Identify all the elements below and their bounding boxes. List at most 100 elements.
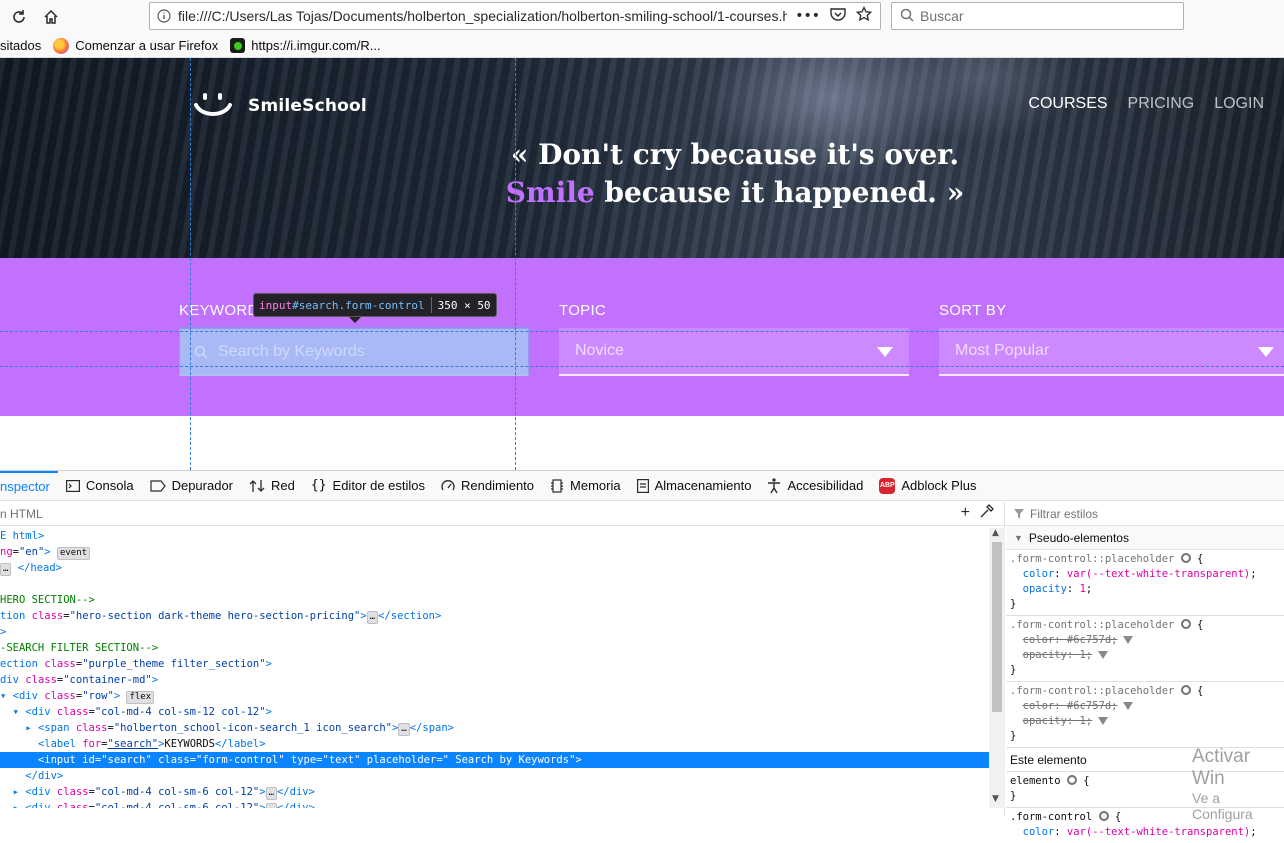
tree-line[interactable]: ▸ <div class="col-md-4 col-sm-6 col-12">… [0, 800, 989, 808]
url-bar[interactable]: file:///C:/Users/Las Tojas/Documents/hol… [149, 2, 881, 30]
home-icon[interactable] [39, 6, 63, 28]
braces-icon: {} [310, 478, 327, 493]
keyword-search-input[interactable]: Search by Keywords [179, 328, 529, 376]
tooltip-tag: input [259, 298, 293, 312]
nav-login[interactable]: LOGIN [1214, 95, 1264, 113]
quote-smile-word: Smile [505, 176, 595, 209]
sort-value: Most Popular [955, 342, 1050, 359]
tree-line[interactable]: <label for="search">KEYWORDS</label> [0, 736, 989, 752]
tab-network[interactable]: Red [241, 471, 303, 501]
tab-label: Depurador [171, 478, 234, 493]
funnel-icon [1098, 717, 1109, 725]
css-rule[interactable]: .form-control::placeholder { color: #6c7… [1006, 616, 1284, 682]
tab-label: Adblock Plus [901, 478, 977, 493]
add-node-icon[interactable]: + [961, 504, 970, 523]
markup-search-input[interactable]: n HTML [0, 507, 43, 521]
tab-debugger[interactable]: Depurador [142, 471, 241, 501]
tooltip-size: 350 × 50 [437, 298, 491, 312]
tab-label: nspector [0, 479, 50, 494]
tree-line[interactable]: tion class="hero-section dark-theme hero… [0, 608, 989, 624]
tab-label: Rendimiento [461, 478, 535, 493]
tooltip-selector: #search.form-control [292, 298, 425, 312]
css-rule[interactable]: .form-control::placeholder { color: var(… [1006, 550, 1284, 616]
bookmark-label: Comenzar a usar Firefox [75, 38, 219, 53]
section-label: Pseudo-elementos [1028, 530, 1129, 545]
accessibility-icon [768, 477, 781, 493]
tree-line-selected[interactable]: <input id="search" class="form-control" … [0, 752, 989, 768]
section-label: Este elemento [1010, 752, 1087, 767]
tab-storage[interactable]: Almacenamiento [629, 471, 760, 501]
markup-tree[interactable]: E html> ng="en"> event … </head> HERO SE… [0, 528, 989, 808]
gear-icon [1066, 775, 1077, 785]
browser-toolbar: file:///C:/Users/Las Tojas/Documents/hol… [0, 0, 1284, 34]
watermark-line-2: Ve a Configura [1192, 790, 1253, 822]
tree-line[interactable]: ▾ <div class="row"> flex [0, 688, 989, 704]
tree-line[interactable]: </div> [0, 768, 989, 784]
tab-label: Consola [85, 478, 134, 493]
page-viewport: SmileSchool COURSES PRICING LOGIN « Don'… [0, 58, 1284, 470]
funnel-icon [1123, 636, 1134, 644]
bookmark-item[interactable]: sitados [0, 38, 41, 53]
bookmark-item[interactable]: https://i.imgur.com/R... [230, 38, 381, 53]
pseudo-elements-header[interactable]: ▼ Pseudo-elementos [1006, 526, 1284, 550]
sort-select[interactable]: Most Popular [939, 328, 1284, 376]
tab-accessibility[interactable]: Accesibilidad [759, 471, 871, 501]
tab-inspector[interactable]: nspector [0, 470, 58, 501]
bookmark-star-icon[interactable] [855, 5, 873, 26]
nav-courses[interactable]: COURSES [1028, 95, 1107, 113]
tree-line[interactable] [0, 576, 989, 592]
pocket-icon[interactable] [830, 7, 846, 25]
tab-performance[interactable]: Rendimiento [433, 471, 542, 501]
gear-icon [1098, 811, 1109, 821]
tab-label: Red [271, 478, 295, 493]
tree-line[interactable]: ▸ <span class="holberton_school-icon-sea… [0, 720, 989, 736]
css-rule[interactable]: .form-control::placeholder { color: #6c7… [1006, 682, 1284, 748]
funnel-icon [1098, 651, 1109, 659]
hero-quote: « Don't cry because it's over. Smile bec… [0, 136, 1284, 212]
tree-line[interactable]: -SEARCH FILTER SECTION--> [0, 640, 989, 656]
tab-label: Memoria [570, 478, 621, 493]
topic-value: Novice [575, 342, 624, 359]
tree-line[interactable]: ection class="purple_theme filter_sectio… [0, 656, 989, 672]
storage-icon [636, 478, 649, 493]
tree-line[interactable]: ▾ <div class="col-md-4 col-sm-12 col-12"… [0, 704, 989, 720]
tree-line[interactable]: HERO SECTION--> [0, 592, 989, 608]
caret-down-icon [1258, 347, 1274, 357]
windows-activation-watermark: Activar Win Ve a Configura [1192, 746, 1284, 822]
search-placeholder: Buscar [920, 8, 964, 24]
bookmark-item[interactable]: Comenzar a usar Firefox [53, 37, 219, 54]
firefox-icon [53, 37, 70, 54]
funnel-icon [1123, 702, 1134, 710]
tree-line[interactable]: ▸ <div class="col-md-4 col-sm-6 col-12">… [0, 784, 989, 800]
nav-pricing[interactable]: PRICING [1128, 95, 1195, 113]
network-icon [249, 479, 265, 492]
topic-select[interactable]: Novice [559, 328, 909, 376]
quote-line-2: Smile because it happened. » [0, 174, 1284, 212]
tree-line[interactable]: > [0, 624, 989, 640]
styles-filter-placeholder: Filtrar estilos [1030, 506, 1099, 521]
search-bar[interactable]: Buscar [891, 2, 1184, 30]
sort-label: SORT BY [939, 302, 1007, 319]
caret-down-icon [877, 347, 893, 357]
tree-line[interactable]: … </head> [0, 560, 989, 576]
eyedropper-icon[interactable] [980, 504, 994, 523]
tab-memory[interactable]: Memoria [542, 471, 629, 501]
tree-line[interactable]: ng="en"> event [0, 544, 989, 560]
tab-adblock-plus[interactable]: ABP Adblock Plus [871, 471, 984, 501]
markup-toolbar: n HTML + [0, 502, 1004, 526]
gear-icon [1180, 685, 1191, 695]
markup-scrollbar[interactable]: ▲ ▼ [989, 528, 1005, 808]
url-text[interactable]: file:///C:/Users/Las Tojas/Documents/hol… [178, 8, 787, 24]
brand-name: SmileSchool [248, 96, 367, 116]
page-actions-icon[interactable]: ••• [795, 8, 820, 24]
reload-icon[interactable] [7, 6, 31, 28]
imgur-icon [230, 38, 246, 53]
styles-filter-input[interactable]: Filtrar estilos [1006, 502, 1284, 526]
tab-style-editor[interactable]: {} Editor de estilos [303, 471, 433, 501]
gear-icon [1180, 553, 1191, 563]
tree-line[interactable]: E html> [0, 528, 989, 544]
info-icon[interactable] [150, 9, 178, 23]
tab-console[interactable]: Consola [58, 471, 142, 501]
tree-line[interactable]: div class="container-md"> [0, 672, 989, 688]
site-logo[interactable]: SmileSchool [194, 90, 367, 122]
